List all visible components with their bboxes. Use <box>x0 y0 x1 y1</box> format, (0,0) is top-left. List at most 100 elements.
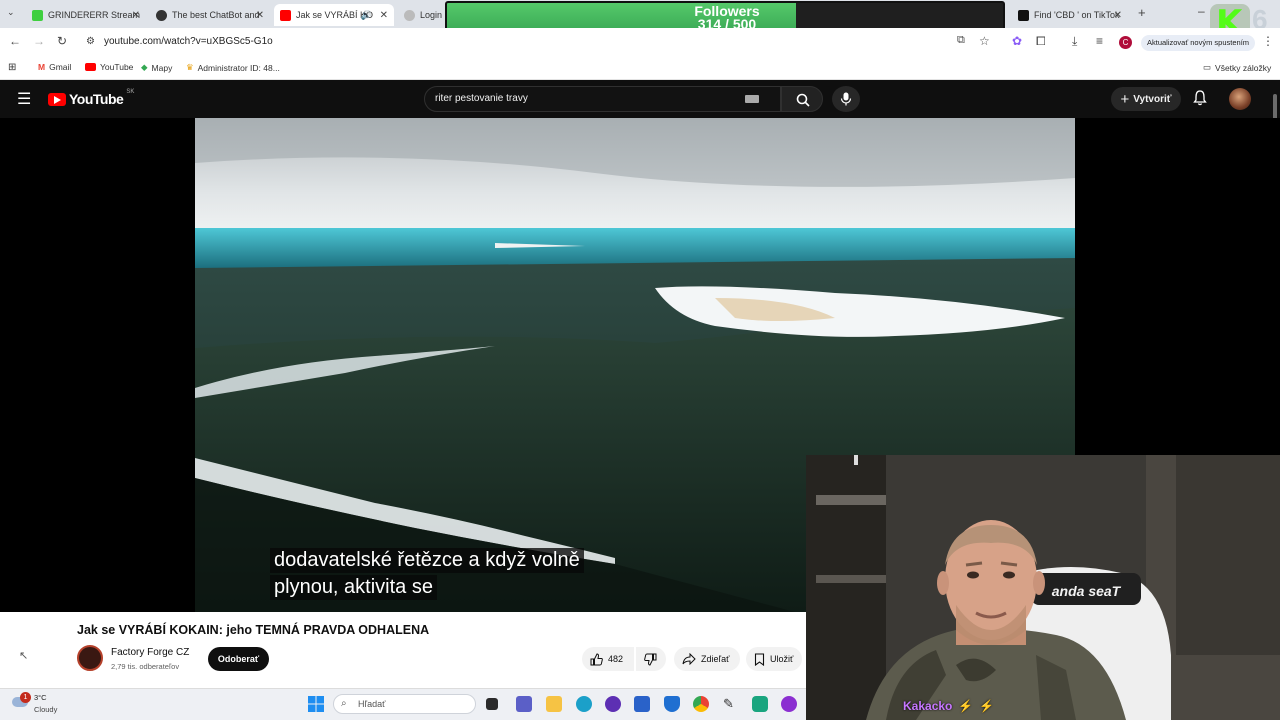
media-icon[interactable]: ≡ <box>1096 34 1103 48</box>
forward-icon[interactable]: → <box>33 34 45 48</box>
tab-grinderr[interactable]: GRINDERERR Stream ✕ <box>26 4 146 26</box>
app-e-icon[interactable] <box>752 696 768 712</box>
pen-icon[interactable]: ✎ <box>723 696 739 712</box>
menu-icon[interactable]: ⋮ <box>1262 34 1274 48</box>
search-input[interactable]: riter pestovanie travy <box>424 86 781 112</box>
share-label: Zdieľať <box>701 654 730 664</box>
tab-login[interactable]: Login <box>398 4 448 26</box>
channel-avatar[interactable] <box>77 645 103 671</box>
keyboard-icon[interactable] <box>745 95 759 103</box>
chair-brand: anda seaT <box>1052 583 1122 599</box>
back-icon[interactable]: ← <box>9 34 21 48</box>
globe-favicon-icon <box>404 9 415 21</box>
bookmark-maps[interactable]: ◆ Mapy <box>141 62 172 73</box>
viewer-name-overlay: Kakacko ⚡ ⚡ <box>903 699 994 713</box>
bookmark-label: Mapy <box>151 62 173 73</box>
like-button[interactable]: 482 <box>582 647 634 671</box>
kick-favicon-icon <box>32 9 43 21</box>
streamer-webcam: anda seaT <box>806 455 1280 720</box>
channel-name[interactable]: Factory Forge CZ <box>111 647 189 658</box>
close-icon[interactable]: ✕ <box>132 10 140 21</box>
voice-search-button[interactable] <box>832 86 860 112</box>
tab-label: Find 'CBD ' on TikTok <box>1034 10 1120 20</box>
extension-icon[interactable]: ✿ <box>1012 34 1022 48</box>
plus-icon: + <box>1120 90 1130 108</box>
new-tab-icon[interactable]: + <box>1138 5 1146 20</box>
tab-chatbot[interactable]: The best ChatBot and ✕ <box>150 4 270 26</box>
tiktok-favicon-icon <box>1018 9 1029 21</box>
close-icon[interactable]: ✕ <box>256 10 264 21</box>
youtube-logo-text: YouTube <box>69 91 124 107</box>
video-subtitles: dodavatelské řetězce a když volně plynou… <box>270 548 584 602</box>
search-button[interactable] <box>781 86 823 112</box>
subtitle-line-1: dodavatelské řetězce a když volně <box>270 548 584 573</box>
youtube-logo[interactable]: YouTube SK <box>48 89 135 107</box>
profile-avatar[interactable]: C <box>1119 36 1132 49</box>
lightning-icon: ⚡ <box>958 699 974 713</box>
video-title: Jak se VYRÁBÍ KOKAIN: jeho TEMNÁ PRAVDA … <box>77 623 430 637</box>
all-bookmarks[interactable]: ▭ Všetky záložky <box>1203 62 1271 73</box>
notifications-bell-icon[interactable] <box>1193 90 1207 111</box>
user-avatar[interactable] <box>1229 88 1251 110</box>
messenger-icon[interactable] <box>605 696 621 712</box>
apps-icon[interactable]: ⊞ <box>8 62 16 73</box>
store-icon[interactable] <box>634 696 650 712</box>
file-explorer-icon[interactable] <box>546 696 562 712</box>
close-icon[interactable]: ✕ <box>1114 10 1122 21</box>
dislike-button[interactable] <box>636 647 666 671</box>
create-button[interactable]: + Vytvoriť <box>1111 87 1181 111</box>
bookmark-label: Administrator ID: 48... <box>197 62 280 73</box>
task-view-icon[interactable] <box>486 698 498 710</box>
subscribe-button[interactable]: Odoberať <box>208 647 269 671</box>
bookmark-icon <box>754 652 765 666</box>
crown-icon: ♛ <box>186 62 194 72</box>
puzzle-icon[interactable]: ⧠ <box>1036 34 1046 49</box>
taskbar-search-placeholder: Hľadať <box>358 699 386 709</box>
bookmark-admin[interactable]: ♛ Administrator ID: 48... <box>186 62 280 73</box>
download-icon[interactable]: ⤓ <box>1072 34 1077 49</box>
defender-icon[interactable] <box>664 696 680 712</box>
search-icon: ⌕ <box>341 698 347 709</box>
lightning-icon: ⚡ <box>979 699 995 713</box>
close-icon[interactable]: ✕ <box>380 10 388 21</box>
url-field[interactable]: youtube.com/watch?v=uXBGSc5-G1o <box>104 36 273 47</box>
subscriber-count: 2,79 tis. odberateľov <box>111 662 180 671</box>
thumbs-up-icon <box>590 652 603 665</box>
search-icon <box>796 93 810 107</box>
subtitle-line-2: plynou, aktivita se <box>270 575 437 600</box>
bookmark-label: YouTube <box>100 62 134 72</box>
tab-tiktok[interactable]: Find 'CBD ' on TikTok ✕ <box>1012 4 1132 26</box>
windows-start-icon[interactable] <box>308 696 324 712</box>
chrome-icon[interactable] <box>693 696 709 712</box>
youtube-play-icon <box>48 92 66 106</box>
address-bar-row: ← → ↻ ⚙ youtube.com/watch?v=uXBGSc5-G1o … <box>0 28 1280 56</box>
microphone-icon <box>840 92 852 106</box>
weather-description: Cloudy <box>34 705 58 714</box>
tab-youtube-video[interactable]: Jak se VYRÁBÍ KO 🔊 ✕ <box>274 4 394 26</box>
speaker-icon[interactable]: 🔊 <box>361 10 372 21</box>
update-button[interactable]: Aktualizovať novým spustením <box>1141 35 1256 51</box>
tab-search-icon[interactable]: ⌄ <box>7 7 15 18</box>
region-code: SK <box>126 89 135 95</box>
thumbs-down-icon <box>644 653 657 666</box>
app-purple-icon[interactable] <box>781 696 797 712</box>
bookmark-youtube[interactable]: YouTube <box>85 62 133 72</box>
share-button[interactable]: Zdieľať <box>674 647 740 671</box>
bookmarks-bar: ⊞ M Gmail YouTube ◆ Mapy ♛ Administrator ID… <box>0 56 1280 80</box>
taskbar-search-input[interactable]: ⌕ Hľadať <box>333 694 476 714</box>
search-query: riter pestovanie travy <box>435 93 528 104</box>
install-icon[interactable]: ⧉ <box>957 34 965 47</box>
reload-icon[interactable]: ↻ <box>57 34 67 48</box>
teams-icon[interactable] <box>516 696 532 712</box>
edge-icon[interactable] <box>576 696 592 712</box>
minimize-icon[interactable]: – <box>1198 4 1205 18</box>
bookmark-gmail[interactable]: M Gmail <box>38 62 71 72</box>
viewer-name: Kakacko <box>903 699 953 713</box>
site-info-icon[interactable]: ⚙ <box>86 36 95 47</box>
youtube-icon <box>85 63 96 71</box>
star-icon[interactable]: ☆ <box>979 34 990 48</box>
save-button[interactable]: Uložiť <box>746 647 802 671</box>
hamburger-menu-icon[interactable]: ☰ <box>17 89 31 109</box>
bookmark-label: Gmail <box>49 62 72 72</box>
notification-badge: 1 <box>20 692 31 703</box>
